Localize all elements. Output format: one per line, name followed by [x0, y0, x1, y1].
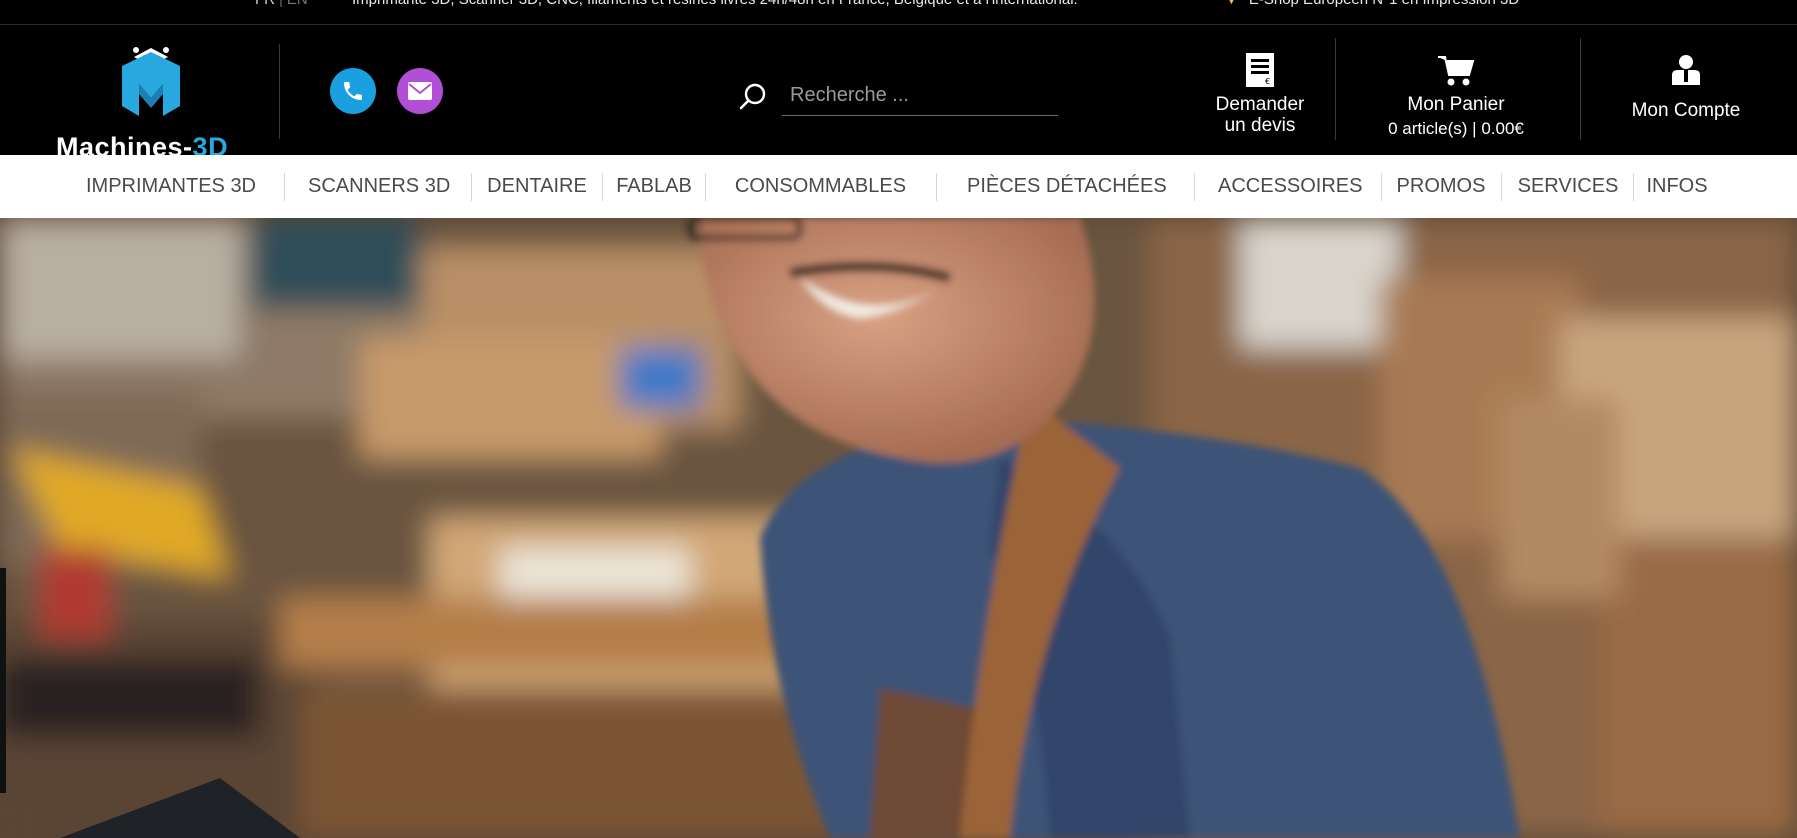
- nav-item-imprimantes-3d[interactable]: IMPRIMANTES 3D: [85, 155, 257, 218]
- main-navigation: IMPRIMANTES 3D SCANNERS 3D DENTAIRE FABL…: [0, 155, 1797, 218]
- lang-fr-link[interactable]: FR: [255, 0, 275, 8]
- nav-item-infos[interactable]: INFOS: [1645, 155, 1709, 218]
- nav-separator: [705, 173, 706, 201]
- nav-separator: [602, 173, 603, 201]
- account-label: Mon Compte: [1631, 100, 1741, 121]
- search-bar: [738, 76, 1058, 120]
- header-divider: [1335, 38, 1336, 140]
- nav-separator: [1501, 173, 1502, 201]
- lang-en-link[interactable]: EN: [287, 0, 308, 8]
- side-feedback-tab[interactable]: [0, 568, 6, 793]
- email-button[interactable]: [397, 68, 443, 114]
- nav-separator: [284, 173, 285, 201]
- nav-separator: [1381, 173, 1382, 201]
- phone-icon: [344, 82, 362, 100]
- quote-label-line2: un devis: [1224, 115, 1296, 136]
- shipping-tagline: Imprimante 3D, Scanner 3D, CNC, filament…: [352, 0, 1078, 8]
- trophy-icon: ▼: [1224, 0, 1239, 8]
- nav-item-consommables[interactable]: CONSOMMABLES: [733, 155, 908, 218]
- search-icon[interactable]: [738, 82, 768, 112]
- nav-item-services[interactable]: SERVICES: [1516, 155, 1620, 218]
- header-divider: [279, 44, 280, 139]
- nav-item-promos[interactable]: PROMOS: [1395, 155, 1487, 218]
- quote-label-line1: Demander: [1215, 94, 1305, 115]
- quote-request-button[interactable]: € Demander un devis: [1200, 46, 1320, 136]
- nav-item-fablab[interactable]: FABLAB: [615, 155, 693, 218]
- cart-icon: [1438, 56, 1475, 86]
- svg-text:€: €: [1265, 77, 1270, 86]
- hero-photo: [0, 218, 1797, 838]
- logo-mark-icon: [122, 47, 180, 116]
- cart-label: Mon Panier: [1407, 94, 1505, 115]
- search-input[interactable]: [782, 76, 1058, 116]
- award-banner: ▼ E-Shop Européen N°1 en Impression 3D: [1224, 0, 1519, 8]
- nav-separator: [471, 173, 472, 201]
- header-divider: [1580, 38, 1581, 140]
- site-header: Machines-3D € Demande: [0, 26, 1797, 162]
- award-text: E-Shop Européen N°1 en Impression 3D: [1249, 0, 1519, 8]
- nav-separator: [936, 173, 937, 201]
- nav-separator: [1633, 173, 1634, 201]
- user-icon: [1672, 55, 1700, 85]
- cart-button[interactable]: Mon Panier 0 article(s) | 0.00€: [1356, 46, 1556, 139]
- nav-item-pieces-detachees[interactable]: PIÈCES DÉTACHÉES: [967, 155, 1167, 218]
- mail-icon: [408, 82, 432, 100]
- phone-button[interactable]: [330, 68, 376, 114]
- nav-item-accessoires[interactable]: ACCESSOIRES: [1218, 155, 1362, 218]
- site-logo[interactable]: Machines-3D: [52, 44, 257, 166]
- nav-separator: [1194, 173, 1195, 201]
- cart-summary: 0 article(s) | 0.00€: [1388, 119, 1524, 138]
- language-switcher: FR | EN: [255, 0, 308, 8]
- nav-item-scanners-3d[interactable]: SCANNERS 3D: [308, 155, 450, 218]
- hero-banner: [0, 218, 1797, 838]
- nav-item-dentaire[interactable]: DENTAIRE: [487, 155, 587, 218]
- lang-separator: |: [279, 0, 283, 8]
- top-strip: FR | EN Imprimante 3D, Scanner 3D, CNC, fi…: [0, 0, 1797, 25]
- account-button[interactable]: Mon Compte: [1616, 46, 1756, 121]
- quote-document-icon: €: [1246, 53, 1274, 87]
